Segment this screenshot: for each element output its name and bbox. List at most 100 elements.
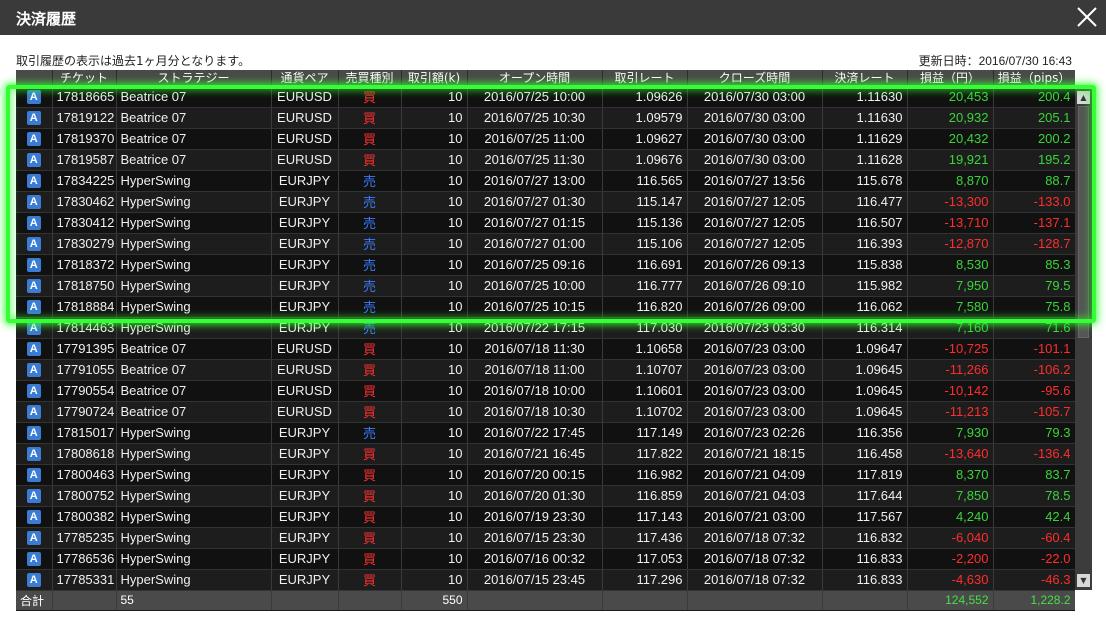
row-badge-cell[interactable]: A [16, 527, 53, 549]
row-badge-cell[interactable]: A [16, 233, 53, 255]
cell-close-rate: 1.11629 [822, 128, 908, 150]
column-header-11[interactable]: 損益（pips） [993, 70, 1075, 86]
cell-pl-yen: -13,300 [907, 191, 994, 213]
arrow-down-icon[interactable]: ▼ [1077, 574, 1090, 587]
table-row[interactable]: A 17791395 Beatrice 07 EURUSD 買 10 2016/07/18 … [16, 338, 1075, 360]
row-badge-cell[interactable]: A [16, 401, 53, 423]
a-badge-icon[interactable]: A [26, 258, 41, 273]
a-badge-icon[interactable]: A [26, 447, 41, 462]
table-row[interactable]: A 17819370 Beatrice 07 EURUSD 買 10 2016/07/25 … [16, 128, 1075, 150]
table-row[interactable]: A 17790554 Beatrice 07 EURUSD 買 10 2016/07/18 … [16, 380, 1075, 402]
arrow-up-icon[interactable]: ▲ [1077, 91, 1090, 104]
table-row[interactable]: A 17785331 HyperSwing EURJPY 買 10 2016/07/15 2… [16, 569, 1075, 591]
a-badge-icon[interactable]: A [26, 426, 41, 441]
column-header-9[interactable]: 決済レート [822, 70, 908, 86]
cell-open-rate: 115.106 [602, 233, 688, 255]
a-badge-icon[interactable]: A [26, 237, 41, 252]
a-badge-icon[interactable]: A [26, 531, 41, 546]
column-header-2[interactable]: ストラテジー [116, 70, 272, 86]
row-badge-cell[interactable]: A [16, 380, 53, 402]
column-header-0[interactable] [16, 70, 53, 86]
table-row[interactable]: A 17808618 HyperSwing EURJPY 買 10 2016/07/21 1… [16, 443, 1075, 465]
row-badge-cell[interactable]: A [16, 212, 53, 234]
cell-amount: 10 [401, 380, 468, 402]
table-row[interactable]: A 17785235 HyperSwing EURJPY 買 10 2016/07/15 2… [16, 527, 1075, 549]
close-icon[interactable] [1076, 6, 1098, 28]
row-badge-cell[interactable]: A [16, 485, 53, 507]
row-badge-cell[interactable]: A [16, 359, 53, 381]
cell-side: 買 [338, 527, 402, 549]
table-row[interactable]: A 17830462 HyperSwing EURJPY 売 10 2016/07/27 0… [16, 191, 1075, 213]
row-badge-cell[interactable]: A [16, 86, 53, 108]
a-badge-icon[interactable]: A [26, 342, 41, 357]
row-badge-cell[interactable]: A [16, 296, 53, 318]
cell-side: 売 [338, 170, 402, 192]
table-row[interactable]: A 17818372 HyperSwing EURJPY 売 10 2016/07/25 0… [16, 254, 1075, 276]
row-badge-cell[interactable]: A [16, 107, 53, 129]
scroll-thumb[interactable] [1078, 106, 1089, 338]
row-badge-cell[interactable]: A [16, 170, 53, 192]
a-badge-icon[interactable]: A [26, 489, 41, 504]
column-header-10[interactable]: 損益（円） [907, 70, 994, 86]
a-badge-icon[interactable]: A [26, 573, 41, 588]
row-badge-cell[interactable]: A [16, 548, 53, 570]
table-row[interactable]: A 17818665 Beatrice 07 EURUSD 買 10 2016/07/25 … [16, 86, 1075, 108]
table-row[interactable]: A 17800463 HyperSwing EURJPY 買 10 2016/07/20 0… [16, 464, 1075, 486]
a-badge-icon[interactable]: A [26, 510, 41, 525]
a-badge-icon[interactable]: A [26, 363, 41, 378]
row-badge-cell[interactable]: A [16, 569, 53, 591]
a-badge-icon[interactable]: A [26, 153, 41, 168]
table-row[interactable]: A 17818884 HyperSwing EURJPY 売 10 2016/07/25 1… [16, 296, 1075, 318]
table-row[interactable]: A 17815017 HyperSwing EURJPY 売 10 2016/07/22 1… [16, 422, 1075, 444]
a-badge-icon[interactable]: A [26, 384, 41, 399]
a-badge-icon[interactable]: A [26, 552, 41, 567]
row-badge-cell[interactable]: A [16, 338, 53, 360]
column-header-5[interactable]: 取引額(k) [401, 70, 468, 86]
row-badge-cell[interactable]: A [16, 254, 53, 276]
row-badge-cell[interactable]: A [16, 149, 53, 171]
table-row[interactable]: A 17800752 HyperSwing EURJPY 買 10 2016/07/20 0… [16, 485, 1075, 507]
a-badge-icon[interactable]: A [26, 300, 41, 315]
column-header-4[interactable]: 売買種別 [338, 70, 402, 86]
table-row[interactable]: A 17800382 HyperSwing EURJPY 買 10 2016/07/19 2… [16, 506, 1075, 528]
cell-strategy: HyperSwing [116, 170, 272, 192]
row-badge-cell[interactable]: A [16, 443, 53, 465]
table-row[interactable]: A 17790724 Beatrice 07 EURUSD 買 10 2016/07/18 … [16, 401, 1075, 423]
table-row[interactable]: A 17819122 Beatrice 07 EURUSD 買 10 2016/07/25 … [16, 107, 1075, 129]
row-badge-cell[interactable]: A [16, 191, 53, 213]
a-badge-icon[interactable]: A [26, 132, 41, 147]
column-header-1[interactable]: チケット [52, 70, 117, 86]
column-header-8[interactable]: クローズ時間 [687, 70, 823, 86]
table-row[interactable]: A 17791055 Beatrice 07 EURUSD 買 10 2016/07/18 … [16, 359, 1075, 381]
cell-pair: EURUSD [271, 338, 339, 360]
row-badge-cell[interactable]: A [16, 422, 53, 444]
table-row[interactable]: A 17814463 HyperSwing EURJPY 売 10 2016/07/22 1… [16, 317, 1075, 339]
a-badge-icon[interactable]: A [26, 279, 41, 294]
column-header-6[interactable]: オープン時間 [467, 70, 603, 86]
table-row[interactable]: A 17786536 HyperSwing EURJPY 買 10 2016/07/16 0… [16, 548, 1075, 570]
row-badge-cell[interactable]: A [16, 506, 53, 528]
table-row[interactable]: A 17819587 Beatrice 07 EURUSD 買 10 2016/07/25 … [16, 149, 1075, 171]
cell-side: 買 [338, 443, 402, 465]
vertical-scrollbar[interactable]: ▲ ▼ [1075, 88, 1092, 590]
a-badge-icon[interactable]: A [26, 216, 41, 231]
table-row[interactable]: A 17830412 HyperSwing EURJPY 売 10 2016/07/27 0… [16, 212, 1075, 234]
column-header-3[interactable]: 通貨ペア [271, 70, 339, 86]
table-row[interactable]: A 17818750 HyperSwing EURJPY 売 10 2016/07/25 1… [16, 275, 1075, 297]
a-badge-icon[interactable]: A [26, 111, 41, 126]
a-badge-icon[interactable]: A [26, 405, 41, 420]
cell-pl-yen: -13,640 [907, 443, 994, 465]
a-badge-icon[interactable]: A [26, 321, 41, 336]
a-badge-icon[interactable]: A [26, 90, 41, 105]
table-row[interactable]: A 17830279 HyperSwing EURJPY 売 10 2016/07/27 0… [16, 233, 1075, 255]
a-badge-icon[interactable]: A [26, 174, 41, 189]
row-badge-cell[interactable]: A [16, 317, 53, 339]
a-badge-icon[interactable]: A [26, 468, 41, 483]
row-badge-cell[interactable]: A [16, 275, 53, 297]
row-badge-cell[interactable]: A [16, 464, 53, 486]
a-badge-icon[interactable]: A [26, 195, 41, 210]
column-header-7[interactable]: 取引レート [602, 70, 688, 86]
cell-pl-yen: -2,200 [907, 548, 994, 570]
table-row[interactable]: A 17834225 HyperSwing EURJPY 売 10 2016/07/27 1… [16, 170, 1075, 192]
row-badge-cell[interactable]: A [16, 128, 53, 150]
